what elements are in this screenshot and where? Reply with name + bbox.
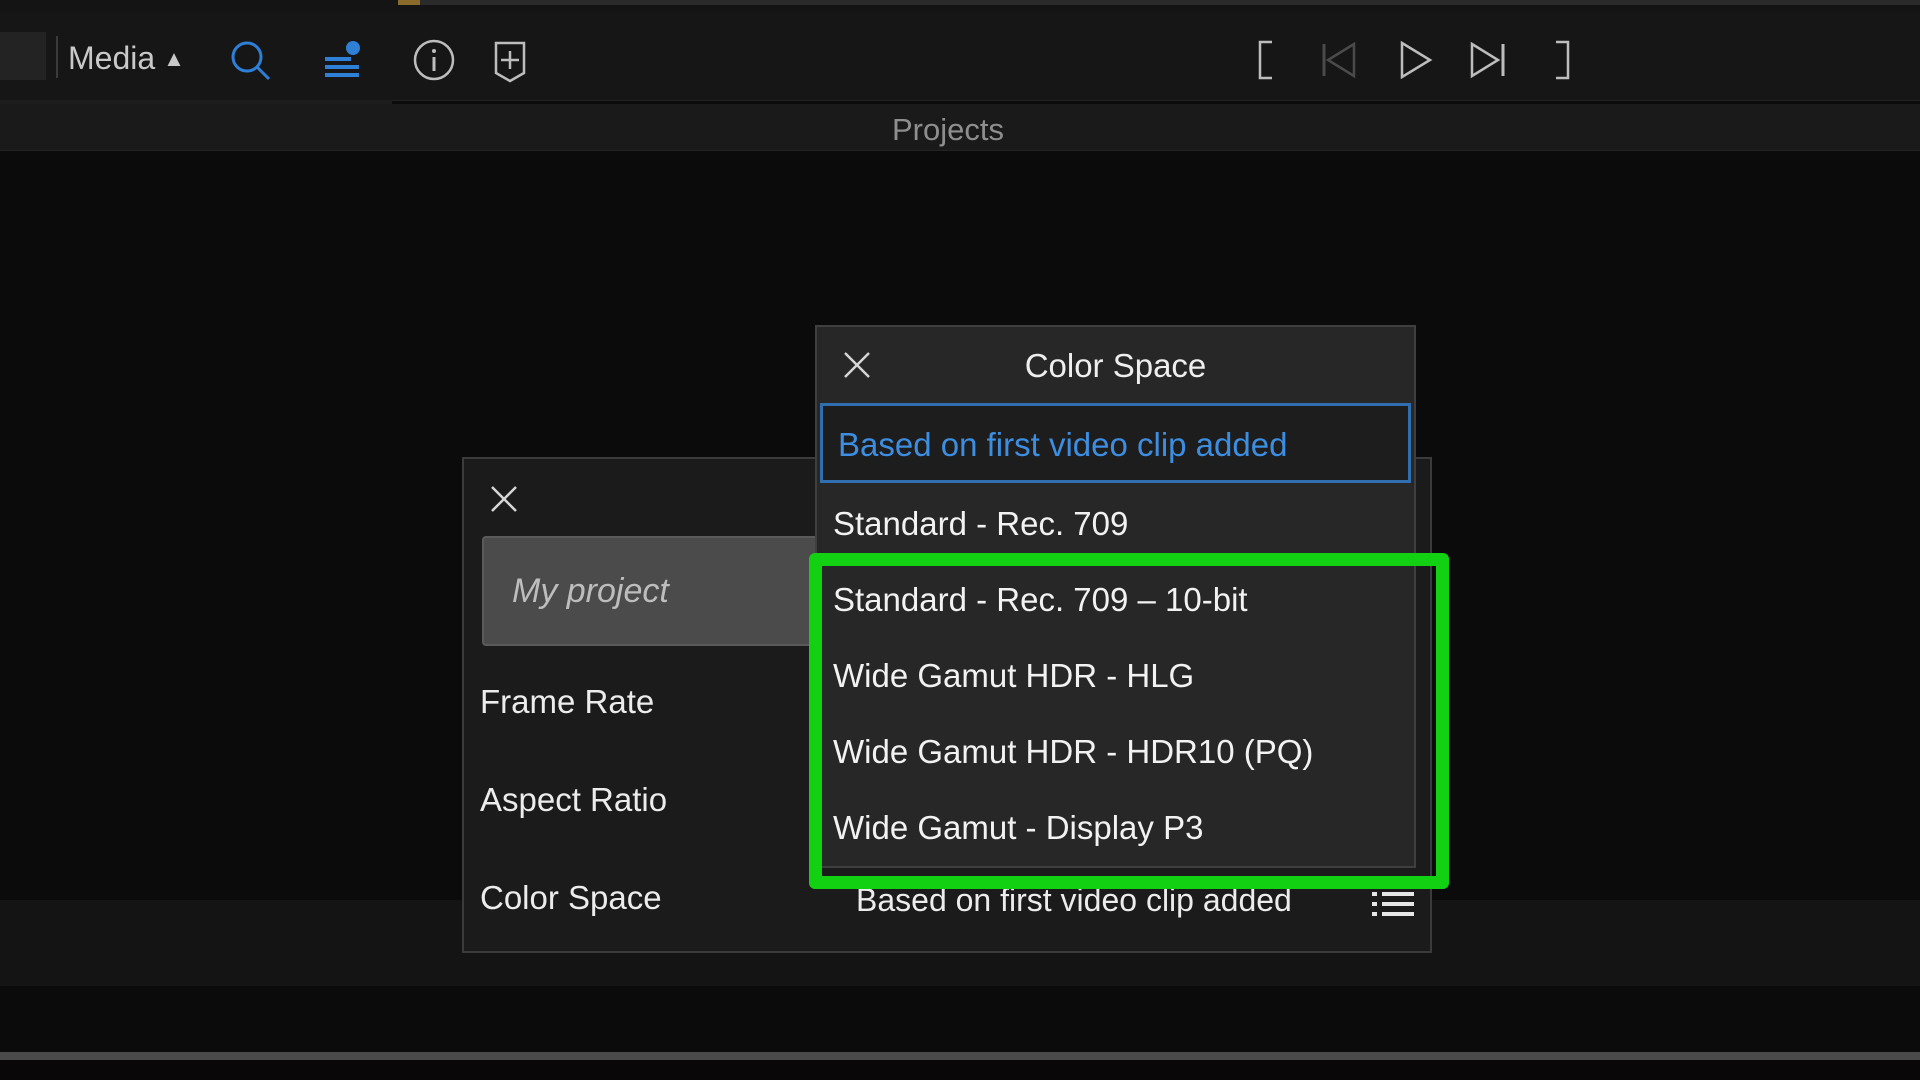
projects-header: Projects <box>0 104 1920 151</box>
info-icon[interactable] <box>410 36 458 84</box>
media-label: Media <box>68 40 156 76</box>
bottom-divider <box>0 1052 1920 1060</box>
layers-icon[interactable] <box>318 36 366 84</box>
search-icon[interactable] <box>226 36 274 84</box>
option-rec709[interactable]: Standard - Rec. 709 <box>833 505 1128 543</box>
toolbar-divider <box>56 36 58 78</box>
popup-title: Color Space <box>1024 347 1207 384</box>
project-name-input[interactable]: My project <box>482 536 842 646</box>
aspect-ratio-label: Aspect Ratio <box>480 781 668 818</box>
mark-out-icon[interactable] <box>1548 38 1578 82</box>
skip-back-icon[interactable] <box>1316 38 1360 82</box>
panel-toggle[interactable] <box>0 32 46 80</box>
color-space-label: Color Space <box>480 879 662 916</box>
page-title: Projects <box>892 112 1004 147</box>
selected-option[interactable]: Based on first video clip added <box>820 403 1411 483</box>
play-icon[interactable] <box>1392 38 1436 82</box>
close-icon <box>491 486 517 512</box>
top-toolbar: Media ▲ <box>0 12 1920 101</box>
bottom-footer <box>0 1060 1920 1080</box>
media-menu-button[interactable]: Media ▲ <box>68 40 185 77</box>
list-icon[interactable] <box>1370 889 1416 919</box>
selected-option-label: Based on first video clip added <box>838 426 1288 463</box>
add-marker-icon[interactable] <box>486 36 534 84</box>
frame-rate-label: Frame Rate <box>480 683 655 720</box>
playhead-marker[interactable] <box>398 0 420 5</box>
close-dialog-button[interactable] <box>486 481 522 517</box>
highlight-annotation <box>809 553 1449 889</box>
skip-forward-icon[interactable] <box>1466 38 1510 82</box>
timeline-scrubber[interactable] <box>398 0 1920 5</box>
caret-up-icon: ▲ <box>163 45 185 71</box>
project-name-placeholder: My project <box>512 572 669 610</box>
mark-in-icon[interactable] <box>1250 38 1280 82</box>
